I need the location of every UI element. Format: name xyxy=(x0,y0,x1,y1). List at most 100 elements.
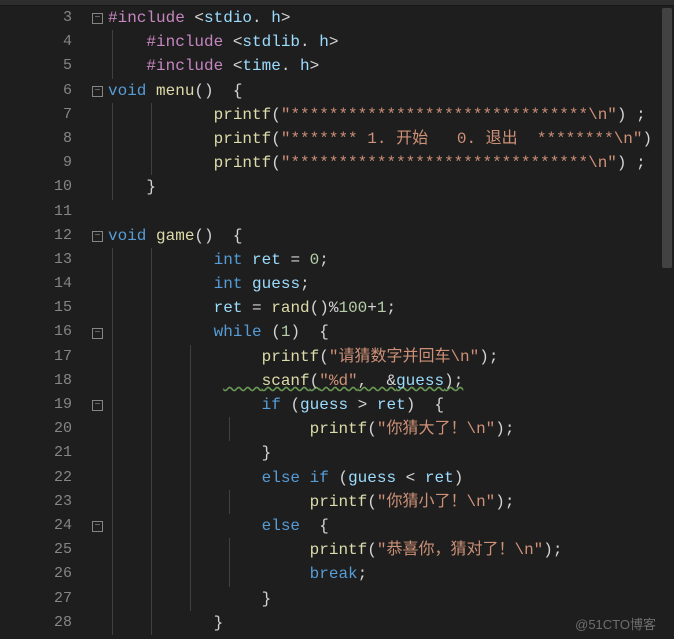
code-line[interactable]: void menu() { xyxy=(108,79,674,103)
fold-toggle[interactable]: − xyxy=(92,328,103,339)
token-op xyxy=(300,469,310,487)
code-line[interactable]: int ret = 0; xyxy=(108,248,674,272)
token-op xyxy=(185,154,214,172)
code-line[interactable]: #include <stdlib. h> xyxy=(108,30,674,54)
code-line[interactable]: printf("******* 1. 开始 0. 退出 ********\n")… xyxy=(108,127,674,151)
code-line[interactable]: void game() { xyxy=(108,224,674,248)
token-op: ; xyxy=(387,299,397,317)
token-kw: void xyxy=(108,227,146,245)
token-kw: int xyxy=(214,275,243,293)
token-var: stdlib xyxy=(242,33,300,51)
token-pn: ) xyxy=(290,323,300,341)
line-number-gutter: 3456789101112131415161718192021222324252… xyxy=(0,6,90,639)
token-op: ; xyxy=(319,251,329,269)
fold-toggle[interactable]: − xyxy=(92,400,103,411)
code-line[interactable] xyxy=(108,200,674,224)
fold-toggle[interactable]: − xyxy=(92,86,103,97)
code-editor[interactable]: 3456789101112131415161718192021222324252… xyxy=(0,6,674,639)
token-kw: while xyxy=(214,323,262,341)
code-line[interactable]: printf("请猜数字并回车\n"); xyxy=(108,345,674,369)
fold-column[interactable]: − − − − − − xyxy=(90,6,108,639)
line-number: 8 xyxy=(0,127,72,151)
token-dir: #include xyxy=(108,9,185,27)
token-pn: ( xyxy=(367,420,377,438)
token-op xyxy=(300,323,319,341)
code-line[interactable]: printf("*******************************\… xyxy=(108,151,674,175)
token-num: 1 xyxy=(377,299,387,317)
token-dir: #include xyxy=(146,57,223,75)
line-number: 9 xyxy=(0,151,72,175)
token-op xyxy=(185,323,214,341)
fold-toggle[interactable]: − xyxy=(92,231,103,242)
code-line[interactable]: else if (guess < ret) xyxy=(108,466,674,490)
code-line[interactable]: scanf("%d", &guess); xyxy=(108,369,674,393)
token-fn: printf xyxy=(214,154,272,172)
token-var: guess xyxy=(348,469,396,487)
line-number: 27 xyxy=(0,587,72,611)
code-line[interactable]: printf("你猜大了！\n"); xyxy=(108,417,674,441)
token-op: > xyxy=(348,396,377,414)
line-number: 15 xyxy=(0,296,72,320)
token-fn: printf xyxy=(214,130,272,148)
token-pn: ) xyxy=(495,493,505,511)
code-line[interactable]: printf("恭喜你，猜对了！\n"); xyxy=(108,538,674,562)
code-line[interactable]: printf("你猜小了！\n"); xyxy=(108,490,674,514)
token-kw: if xyxy=(262,396,281,414)
code-line[interactable]: while (1) { xyxy=(108,320,674,344)
token-op: ; xyxy=(627,106,646,124)
code-line[interactable]: int guess; xyxy=(108,272,674,296)
token-pn: ( xyxy=(319,348,329,366)
token-op xyxy=(223,469,261,487)
vertical-scrollbar[interactable] xyxy=(660,6,674,639)
token-str: "*******************************\n" xyxy=(281,106,617,124)
token-pn: ( xyxy=(367,493,377,511)
scrollbar-thumb[interactable] xyxy=(662,8,672,268)
token-pn: { xyxy=(233,227,243,245)
token-op: ; xyxy=(553,541,563,559)
code-line[interactable]: ret = rand()%100+1; xyxy=(108,296,674,320)
fold-toggle[interactable]: − xyxy=(92,13,103,24)
token-pn: ) xyxy=(617,154,627,172)
token-num: 0 xyxy=(310,251,320,269)
code-line[interactable]: } xyxy=(108,441,674,465)
token-op xyxy=(185,275,214,293)
token-str: "你猜大了！\n" xyxy=(377,420,495,438)
token-pn: ) xyxy=(617,106,627,124)
token-fn: printf xyxy=(310,420,368,438)
token-fn: printf xyxy=(214,106,272,124)
fold-toggle[interactable]: − xyxy=(92,521,103,532)
code-line[interactable]: #include <stdio. h> xyxy=(108,6,674,30)
code-line[interactable]: } xyxy=(108,587,674,611)
code-line[interactable]: else { xyxy=(108,514,674,538)
token-op: ; xyxy=(454,372,464,390)
code-line[interactable]: if (guess > ret) { xyxy=(108,393,674,417)
code-line[interactable]: printf("*******************************\… xyxy=(108,103,674,127)
token-str: "******* 1. 开始 0. 退出 ********\n" xyxy=(281,130,643,148)
token-pn: { xyxy=(319,517,329,535)
line-number: 25 xyxy=(0,538,72,562)
line-number: 3 xyxy=(0,6,72,30)
line-number: 5 xyxy=(0,54,72,78)
code-line[interactable]: break; xyxy=(108,562,674,586)
code-line[interactable]: } xyxy=(108,175,674,199)
line-number: 21 xyxy=(0,441,72,465)
token-var: guess xyxy=(252,275,300,293)
code-line[interactable]: #include <time. h> xyxy=(108,54,674,78)
token-op: > xyxy=(329,33,339,51)
token-op: , & xyxy=(358,372,396,390)
token-op xyxy=(214,227,233,245)
token-op: < xyxy=(223,57,242,75)
token-op xyxy=(223,396,261,414)
token-var: guess xyxy=(396,372,444,390)
token-var: h xyxy=(300,57,310,75)
line-number: 4 xyxy=(0,30,72,54)
token-op: = xyxy=(242,299,271,317)
code-area[interactable]: #include <stdio. h> #include <stdlib. h>… xyxy=(108,6,674,639)
line-number: 20 xyxy=(0,417,72,441)
token-fn: printf xyxy=(310,493,368,511)
token-kw: int xyxy=(214,251,243,269)
line-number: 6 xyxy=(0,79,72,103)
token-op xyxy=(262,323,272,341)
token-pn: } xyxy=(146,178,156,196)
token-op xyxy=(262,493,310,511)
